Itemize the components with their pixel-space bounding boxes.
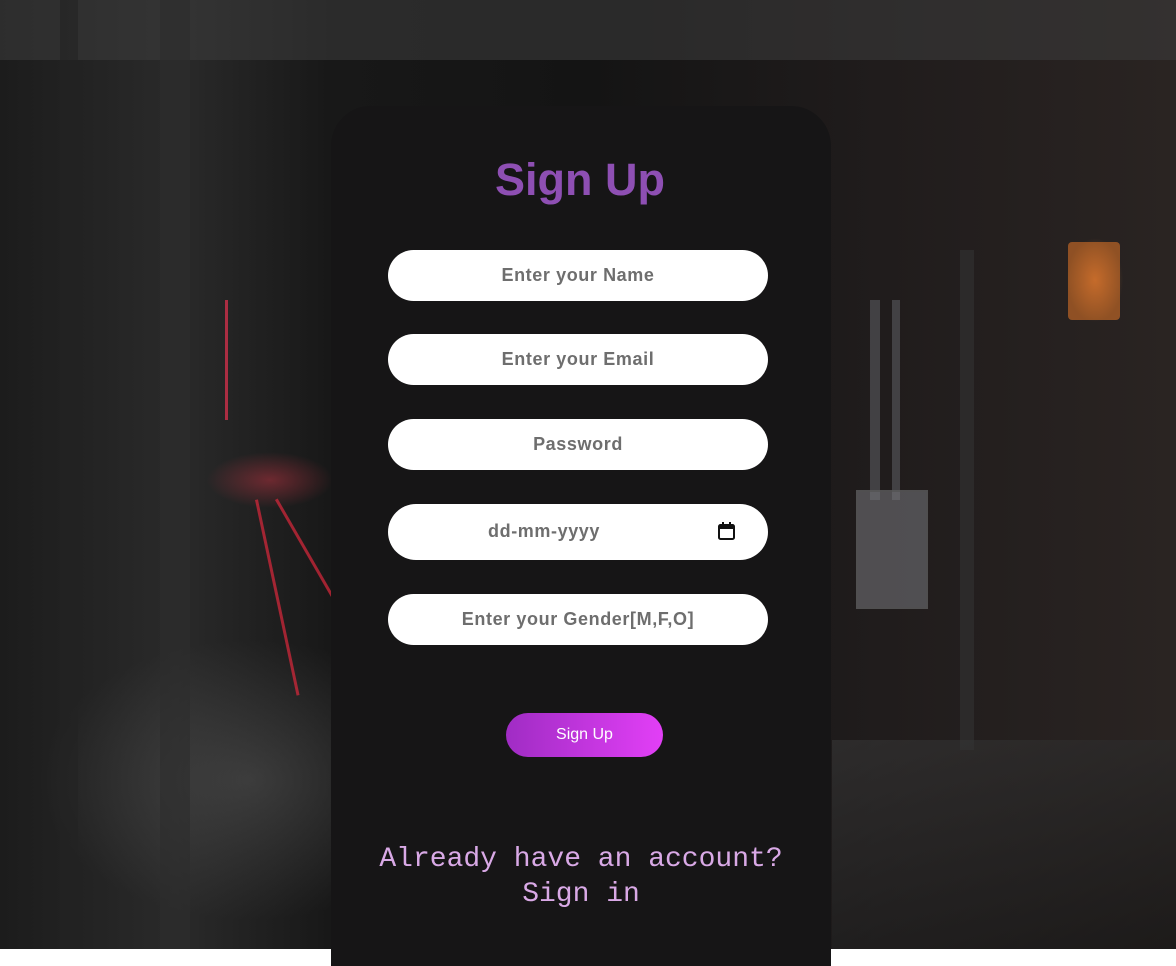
date-of-birth-input[interactable]: dd-mm-yyyy	[388, 504, 768, 560]
calendar-icon[interactable]	[718, 522, 735, 540]
signin-prompt: Already have an account? Sign in	[331, 842, 831, 912]
name-input[interactable]	[388, 250, 768, 301]
email-input[interactable]	[388, 334, 768, 385]
sign-up-button[interactable]: Sign Up	[506, 713, 663, 757]
sign-in-link[interactable]: Sign in	[522, 879, 640, 910]
already-have-account-text: Already have an account?	[379, 844, 783, 875]
date-placeholder: dd-mm-yyyy	[488, 521, 601, 541]
password-input[interactable]	[388, 419, 768, 470]
page-title: Sign Up	[495, 154, 665, 205]
gender-input[interactable]	[388, 594, 768, 645]
